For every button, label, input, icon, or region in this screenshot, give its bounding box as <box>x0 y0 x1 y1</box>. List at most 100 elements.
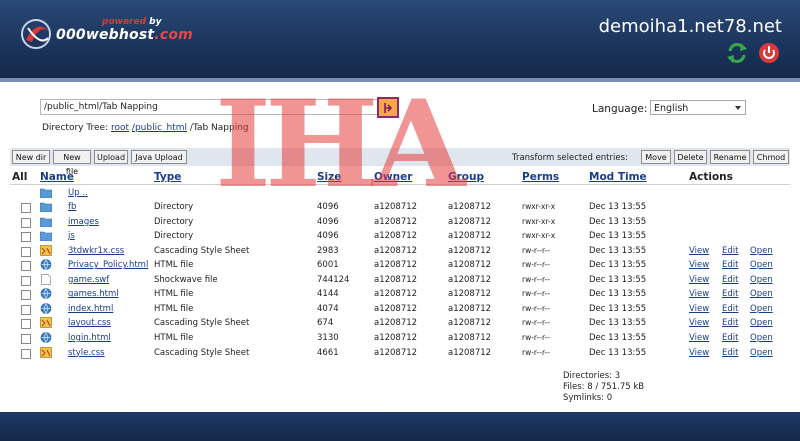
header-type[interactable]: Type <box>154 171 181 183</box>
open-link[interactable]: Open <box>750 304 773 314</box>
swirl-logo-icon <box>21 19 51 49</box>
table-row[interactable]: game.swf Shockwave file 744124 a1208712 a120… <box>0 273 800 287</box>
file-perms[interactable]: rw-r--r-- <box>522 246 550 255</box>
tree-link-public-html[interactable]: /public_html <box>132 123 187 133</box>
language-select[interactable]: English <box>650 100 746 115</box>
edit-link[interactable]: Edit <box>722 246 738 256</box>
open-link[interactable]: Open <box>750 333 773 343</box>
edit-link[interactable]: Edit <box>722 260 738 270</box>
edit-link[interactable]: Edit <box>722 318 738 328</box>
file-perms[interactable]: rw-r--r-- <box>522 318 550 327</box>
file-size: 3130 <box>317 332 339 343</box>
file-name-link[interactable]: games.html <box>68 289 119 299</box>
view-link[interactable]: View <box>689 289 709 299</box>
file-perms[interactable]: rwxr-xr-x <box>522 217 555 226</box>
row-checkbox[interactable] <box>21 290 31 301</box>
open-link[interactable]: Open <box>750 275 773 285</box>
header-size[interactable]: Size <box>317 171 341 183</box>
file-perms[interactable]: rwxr-xr-x <box>522 231 555 240</box>
move-button[interactable]: Move <box>641 150 671 164</box>
file-name-link[interactable]: index.html <box>68 304 113 314</box>
table-row[interactable]: Privacy_Policy.html HTML file 6001 a1208712… <box>0 258 800 272</box>
open-link[interactable]: Open <box>750 260 773 270</box>
header-perms[interactable]: Perms <box>522 171 559 183</box>
file-type: Cascading Style Sheet <box>154 347 250 358</box>
row-checkbox[interactable] <box>21 275 31 286</box>
table-row[interactable]: images Directory 4096 a1208712 a1208712 rwxr-… <box>0 215 800 229</box>
view-link[interactable]: View <box>689 275 709 285</box>
view-link[interactable]: View <box>689 304 709 314</box>
table-row[interactable]: index.html HTML file 4074 a1208712 a1208712 r… <box>0 302 800 316</box>
row-checkbox[interactable] <box>21 333 31 344</box>
open-link[interactable]: Open <box>750 246 773 256</box>
file-perms[interactable]: rw-r--r-- <box>522 260 550 269</box>
row-checkbox[interactable] <box>21 246 31 257</box>
file-perms[interactable]: rw-r--r-- <box>522 275 550 284</box>
upload-button[interactable]: Upload <box>94 150 128 164</box>
table-row[interactable]: login.html HTML file 3130 a1208712 a1208712 r… <box>0 331 800 345</box>
rename-button[interactable]: Rename <box>710 150 750 164</box>
table-row[interactable]: games.html HTML file 4144 a1208712 a1208712 r… <box>0 287 800 301</box>
table-row-up[interactable]: Up .. <box>0 186 800 200</box>
edit-link[interactable]: Edit <box>722 333 738 343</box>
path-input[interactable]: /public_html/Tab Napping <box>40 99 378 115</box>
row-checkbox[interactable] <box>21 232 31 243</box>
file-name-link[interactable]: fb <box>68 202 76 212</box>
edit-link[interactable]: Edit <box>722 304 738 314</box>
go-button[interactable] <box>377 97 399 118</box>
open-link[interactable]: Open <box>750 318 773 328</box>
edit-link[interactable]: Edit <box>722 275 738 285</box>
tree-link-root[interactable]: root <box>111 123 129 133</box>
header-mod-time[interactable]: Mod Time <box>589 171 647 183</box>
refresh-icon[interactable] <box>726 42 748 64</box>
file-name-link[interactable]: js <box>68 231 75 241</box>
view-link[interactable]: View <box>689 333 709 343</box>
file-name-link[interactable]: game.swf <box>68 275 109 285</box>
file-perms[interactable]: rw-r--r-- <box>522 304 550 313</box>
delete-button[interactable]: Delete <box>674 150 707 164</box>
logo[interactable]: powered by 000webhost.com <box>18 14 193 54</box>
table-row[interactable]: fb Directory 4096 a1208712 a1208712 rwxr-xr-x… <box>0 200 800 214</box>
file-mod-time: Dec 13 13:55 <box>589 216 647 227</box>
table-row[interactable]: 3tdwkr1x.css Cascading Style Sheet 2983 a12… <box>0 244 800 258</box>
row-checkbox[interactable] <box>21 348 31 359</box>
up-link[interactable]: Up .. <box>68 188 88 198</box>
edit-link[interactable]: Edit <box>722 289 738 299</box>
file-name-link[interactable]: images <box>68 217 99 227</box>
view-link[interactable]: View <box>689 260 709 270</box>
row-checkbox[interactable] <box>21 261 31 272</box>
header-name[interactable]: Name <box>40 171 74 183</box>
file-owner: a1208712 <box>374 202 418 212</box>
row-checkbox[interactable] <box>21 304 31 315</box>
new-file-button[interactable]: New file <box>53 150 91 176</box>
chmod-button[interactable]: Chmod <box>753 150 789 164</box>
view-link[interactable]: View <box>689 318 709 328</box>
view-link[interactable]: View <box>689 348 709 358</box>
row-checkbox[interactable] <box>21 217 31 228</box>
view-link[interactable]: View <box>689 246 709 256</box>
file-perms[interactable]: rw-r--r-- <box>522 289 550 298</box>
file-perms[interactable]: rwxr-xr-x <box>522 202 555 211</box>
edit-link[interactable]: Edit <box>722 348 738 358</box>
file-perms[interactable]: rw-r--r-- <box>522 348 550 357</box>
table-row[interactable]: layout.css Cascading Style Sheet 674 a12087… <box>0 316 800 330</box>
new-dir-button[interactable]: New dir <box>12 150 50 164</box>
file-perms[interactable]: rw-r--r-- <box>522 333 550 342</box>
file-type: Cascading Style Sheet <box>154 245 250 256</box>
row-checkbox[interactable] <box>21 203 31 213</box>
header-group[interactable]: Group <box>448 171 484 183</box>
java-upload-button[interactable]: Java Upload <box>131 150 187 164</box>
file-name-link[interactable]: style.css <box>68 348 105 358</box>
header-owner[interactable]: Owner <box>374 171 412 183</box>
row-checkbox[interactable] <box>21 319 31 330</box>
open-link[interactable]: Open <box>750 348 773 358</box>
table-row[interactable]: js Directory 4096 a1208712 a1208712 rwxr-xr-x… <box>0 229 800 243</box>
header-all[interactable]: All <box>12 171 27 183</box>
logout-power-icon[interactable] <box>758 42 780 64</box>
file-name-link[interactable]: 3tdwkr1x.css <box>68 246 124 256</box>
table-row[interactable]: style.css Cascading Style Sheet 4661 a12087… <box>0 346 800 360</box>
file-name-link[interactable]: Privacy_Policy.html <box>68 260 148 270</box>
file-name-link[interactable]: layout.css <box>68 318 111 328</box>
file-name-link[interactable]: login.html <box>68 333 111 343</box>
open-link[interactable]: Open <box>750 289 773 299</box>
